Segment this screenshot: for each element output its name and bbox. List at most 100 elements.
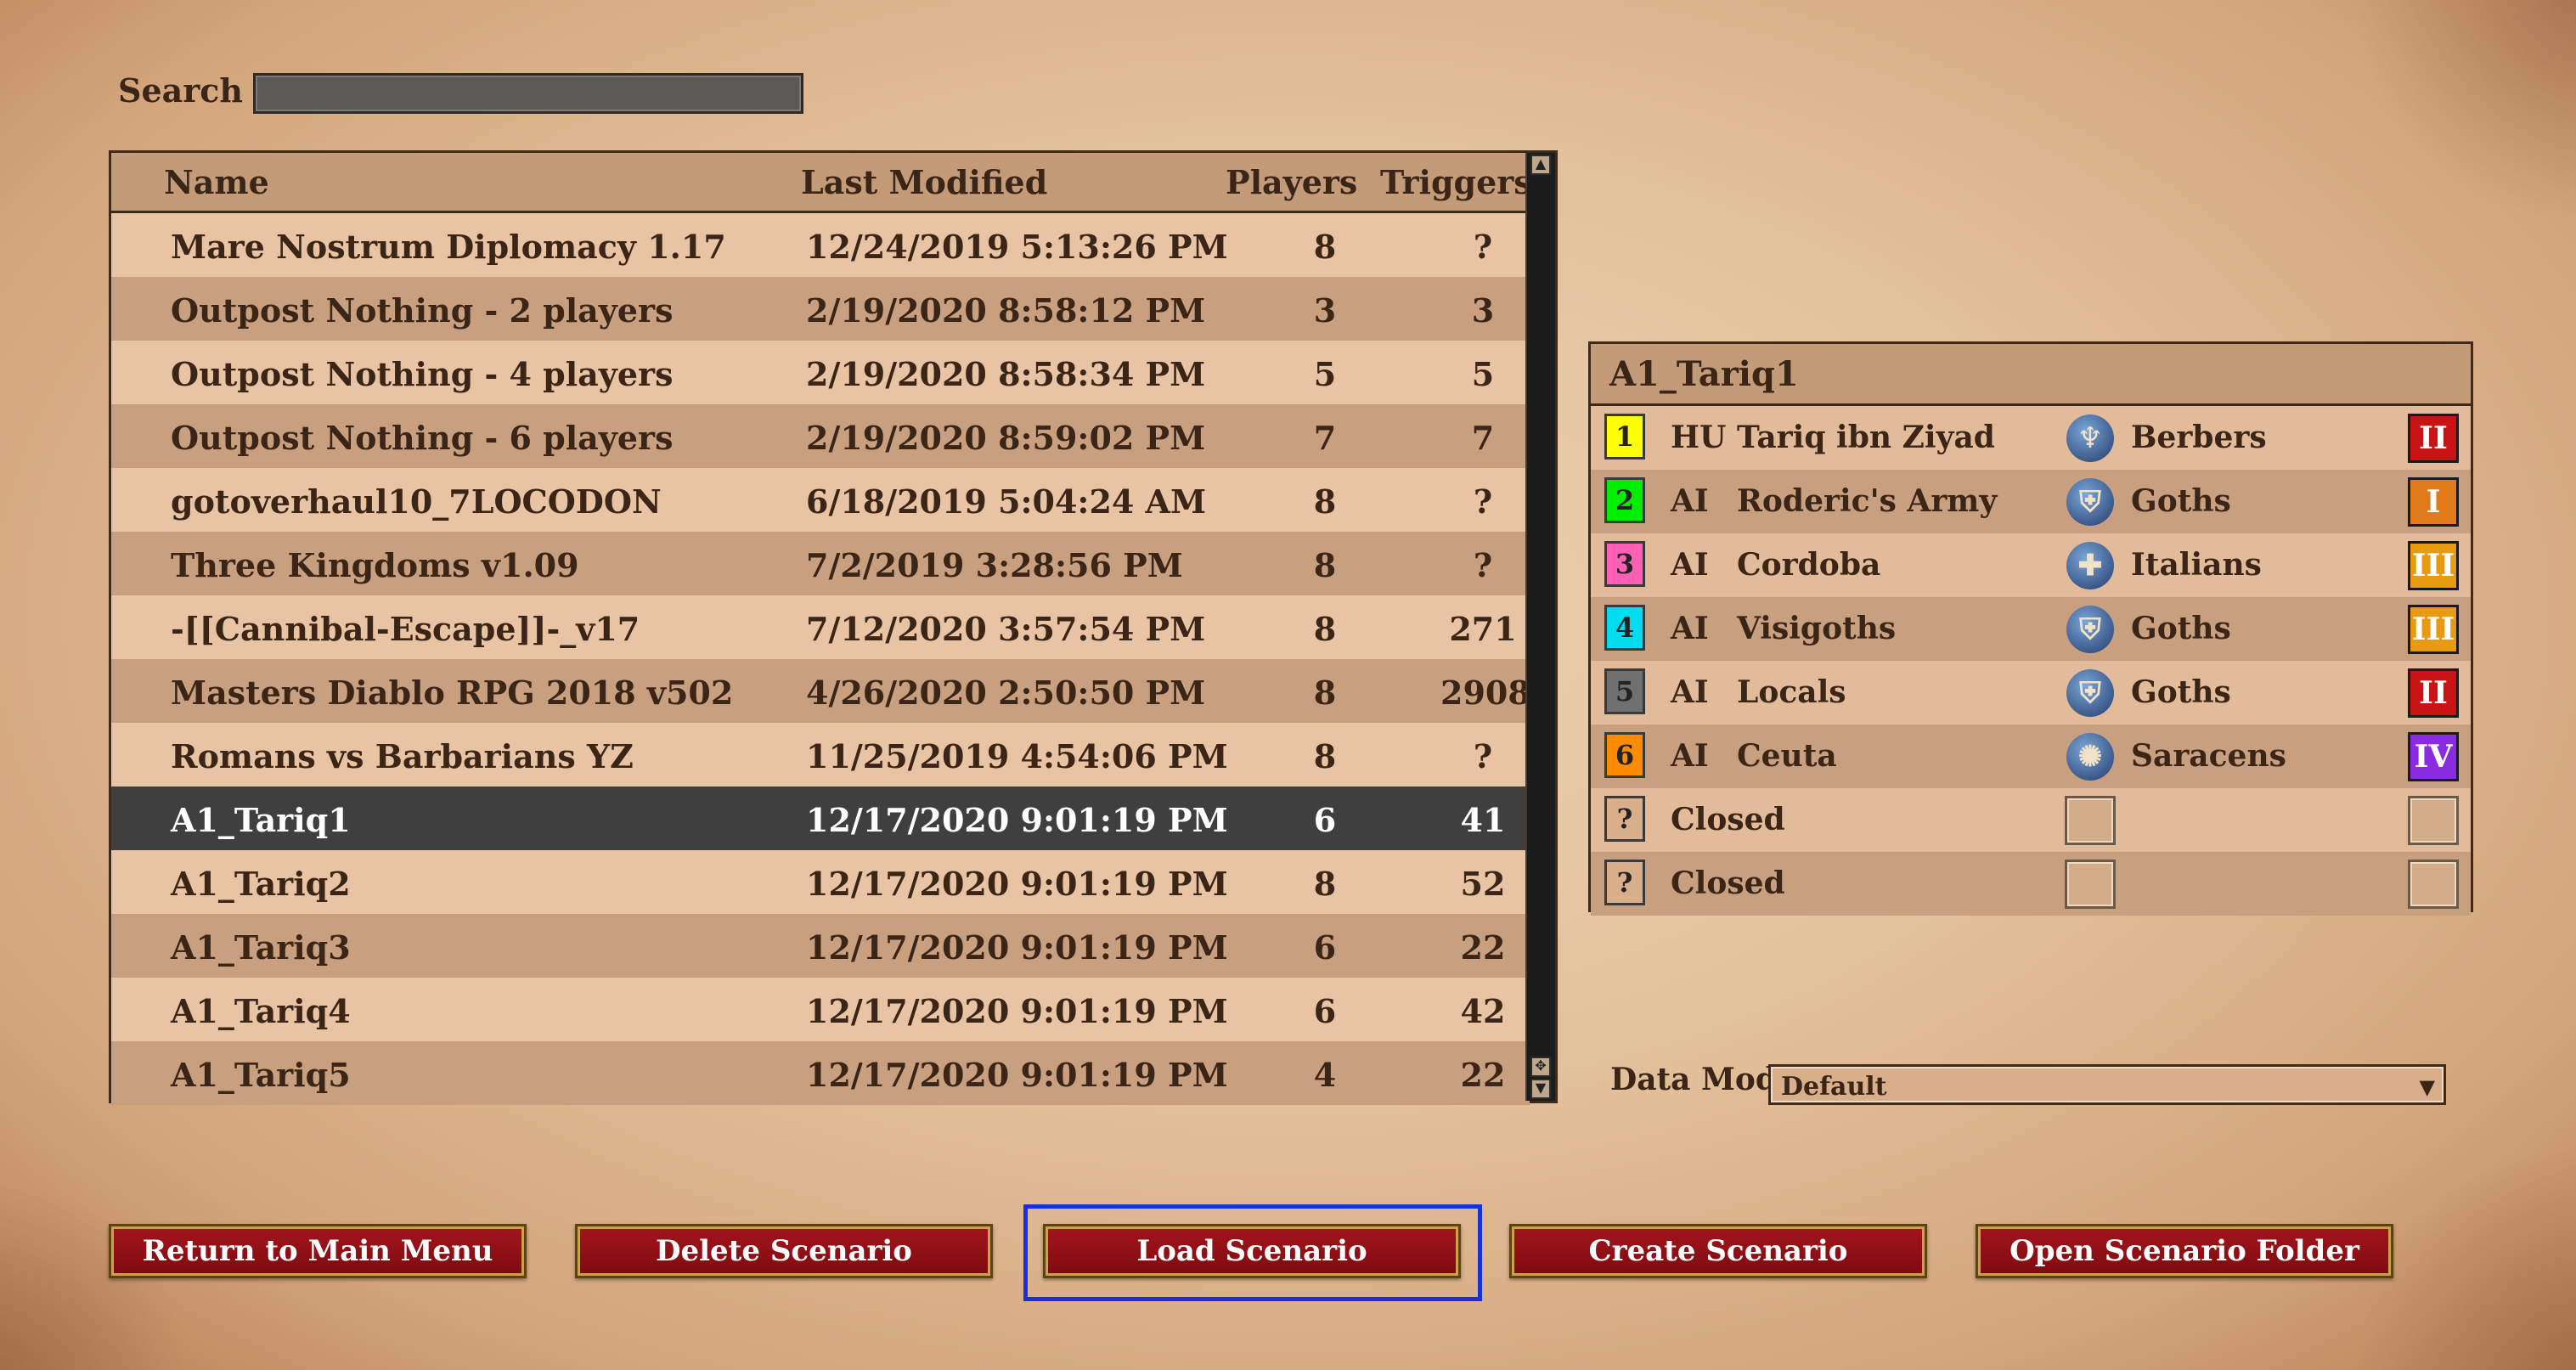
player-number-color[interactable]: 6: [1604, 732, 1645, 778]
player-row: 1 HU Tariq ibn Ziyad ♆ Berbers II: [1591, 406, 2471, 470]
search-input[interactable]: [253, 73, 803, 114]
scenario-last-modified: 7/2/2019 3:28:56 PM: [806, 546, 1183, 584]
table-row[interactable]: Masters Diablo RPG 2018 v502 4/26/2020 2:…: [111, 659, 1530, 723]
player-number-color[interactable]: 3: [1604, 541, 1645, 587]
table-row[interactable]: Outpost Nothing - 2 players 2/19/2020 8:5…: [111, 277, 1530, 341]
load-scenario-highlight: [1023, 1204, 1482, 1301]
goths-emblem-icon: ⛨: [2066, 669, 2114, 717]
table-row[interactable]: Outpost Nothing - 4 players 2/19/2020 8:5…: [111, 341, 1530, 404]
scenario-name: Mare Nostrum Diplomacy 1.17: [171, 228, 726, 266]
player-civilization: Goths: [2131, 611, 2231, 646]
list-header: Name Last Modified Players Triggers: [111, 153, 1532, 213]
player-name: Closed: [1671, 802, 1785, 837]
scroll-down-icon[interactable]: ▼: [1530, 1079, 1551, 1099]
scenario-name: Masters Diablo RPG 2018 v502: [171, 674, 734, 712]
delete-scenario-button[interactable]: Delete Scenario: [575, 1224, 993, 1278]
player-panel: A1_Tariq1 1 HU Tariq ibn Ziyad ♆ Berbers II 2 A…: [1588, 341, 2473, 916]
player-civilization: Saracens: [2131, 738, 2286, 774]
scenario-last-modified: 7/12/2020 3:57:54 PM: [806, 610, 1206, 648]
empty-civ-slot: [2065, 796, 2116, 845]
player-number-color[interactable]: ?: [1604, 860, 1645, 905]
scenario-name: A1_Tariq2: [171, 865, 351, 903]
scenario-title: A1_Tariq1: [1609, 354, 1799, 394]
table-row[interactable]: A1_Tariq1 12/17/2020 9:01:19 PM 6 41: [111, 786, 1530, 850]
scenario-last-modified: 12/24/2019 5:13:26 PM: [806, 228, 1228, 266]
scenario-last-modified: 2/19/2020 8:58:12 PM: [806, 291, 1206, 330]
scenario-triggers: 5: [1471, 355, 1495, 393]
starting-age-badge: II: [2408, 414, 2459, 463]
search-label: Search: [118, 71, 244, 110]
player-type: AI: [1671, 547, 1709, 583]
scenario-name: Three Kingdoms v1.09: [171, 546, 579, 584]
create-scenario-button[interactable]: Create Scenario: [1509, 1224, 1927, 1278]
scenario-players: 8: [1313, 482, 1337, 521]
column-header-triggers[interactable]: Triggers: [1380, 163, 1532, 201]
column-header-name[interactable]: Name: [164, 163, 269, 201]
goths-emblem-icon: ⛨: [2066, 478, 2114, 526]
table-row[interactable]: Mare Nostrum Diplomacy 1.17 12/24/2019 5:…: [111, 213, 1530, 277]
scenario-name: A1_Tariq5: [171, 1056, 351, 1094]
player-number-color[interactable]: 5: [1604, 668, 1645, 714]
player-civilization: Goths: [2131, 674, 2231, 710]
player-number-color[interactable]: 1: [1604, 414, 1645, 459]
scenario-triggers: 7: [1471, 419, 1495, 457]
table-row[interactable]: A1_Tariq3 12/17/2020 9:01:19 PM 6 22: [111, 914, 1530, 978]
player-name: Ceuta: [1737, 738, 1837, 774]
scroll-thumb-icon[interactable]: ✥: [1530, 1057, 1551, 1077]
scenario-triggers: 3: [1471, 291, 1495, 330]
scenario-players: 8: [1313, 228, 1337, 266]
data-mod-select[interactable]: Default ▼: [1768, 1064, 2446, 1105]
table-row[interactable]: A1_Tariq5 12/17/2020 9:01:19 PM 4 22: [111, 1041, 1530, 1105]
empty-civ-slot: [2065, 860, 2116, 909]
scenario-players: 8: [1313, 674, 1337, 712]
table-row[interactable]: Three Kingdoms v1.09 7/2/2019 3:28:56 PM 8…: [111, 532, 1530, 595]
player-row: ? Closed: [1591, 788, 2471, 852]
starting-age-badge: IV: [2408, 732, 2459, 781]
chevron-down-icon[interactable]: ▼: [2420, 1075, 2435, 1099]
table-row[interactable]: A1_Tariq4 12/17/2020 9:01:19 PM 6 42: [111, 978, 1530, 1041]
scenario-players: 5: [1313, 355, 1337, 393]
player-number-color[interactable]: ?: [1604, 796, 1645, 842]
scenario-name: A1_Tariq1: [171, 801, 351, 839]
player-row: ? Closed: [1591, 852, 2471, 916]
scenario-last-modified: 12/17/2020 9:01:19 PM: [806, 865, 1228, 903]
list-scrollbar[interactable]: ▲ ✥ ▼: [1525, 153, 1555, 1101]
player-civilization: Berbers: [2131, 420, 2267, 455]
player-name: Closed: [1671, 865, 1785, 901]
scenario-last-modified: 2/19/2020 8:58:34 PM: [806, 355, 1206, 393]
player-type: HU: [1671, 420, 1727, 455]
scenario-name: A1_Tariq3: [171, 928, 351, 967]
player-name: Locals: [1737, 674, 1846, 710]
player-row: 4 AI Visigoths ⛨ Goths III: [1591, 597, 2471, 661]
table-row[interactable]: A1_Tariq2 12/17/2020 9:01:19 PM 8 52: [111, 850, 1530, 914]
scenario-triggers: ?: [1473, 546, 1493, 584]
open-scenario-folder-button[interactable]: Open Scenario Folder: [1976, 1224, 2393, 1278]
data-mod-label: Data Mod: [1610, 1062, 1778, 1097]
scroll-up-icon[interactable]: ▲: [1530, 155, 1551, 175]
scenario-name: Outpost Nothing - 2 players: [171, 291, 674, 330]
table-row[interactable]: Romans vs Barbarians YZ 11/25/2019 4:54:0…: [111, 723, 1530, 786]
table-row[interactable]: -[[Cannibal-Escape]]-_v17 7/12/2020 3:57:…: [111, 595, 1530, 659]
player-panel-title: A1_Tariq1: [1591, 344, 2471, 406]
player-number-color[interactable]: 4: [1604, 605, 1645, 651]
column-header-last-modified[interactable]: Last Modified: [801, 163, 1047, 201]
scenario-triggers: 41: [1460, 801, 1506, 839]
scenario-last-modified: 12/17/2020 9:01:19 PM: [806, 928, 1228, 967]
scenario-triggers: 52: [1460, 865, 1506, 903]
scenario-players: 4: [1313, 1056, 1337, 1094]
player-row: 3 AI Cordoba ✚ Italians III: [1591, 533, 2471, 597]
column-header-players[interactable]: Players: [1226, 163, 1357, 201]
player-number-color[interactable]: 2: [1604, 477, 1645, 523]
scenario-players: 6: [1313, 801, 1337, 839]
scenario-last-modified: 12/17/2020 9:01:19 PM: [806, 1056, 1228, 1094]
starting-age-badge: I: [2408, 477, 2459, 527]
empty-age-slot: [2408, 860, 2459, 909]
table-row[interactable]: gotoverhaul10_7LOCODON 6/18/2019 5:04:24 …: [111, 468, 1530, 532]
player-name: Roderic's Army: [1737, 483, 1998, 519]
player-civilization: Goths: [2131, 483, 2231, 519]
scenario-name: gotoverhaul10_7LOCODON: [171, 482, 662, 521]
table-row[interactable]: Outpost Nothing - 6 players 2/19/2020 8:5…: [111, 404, 1530, 468]
player-type: AI: [1671, 611, 1709, 646]
data-mod-value: Default: [1781, 1072, 1887, 1102]
return-to-main-menu-button[interactable]: Return to Main Menu: [109, 1224, 527, 1278]
